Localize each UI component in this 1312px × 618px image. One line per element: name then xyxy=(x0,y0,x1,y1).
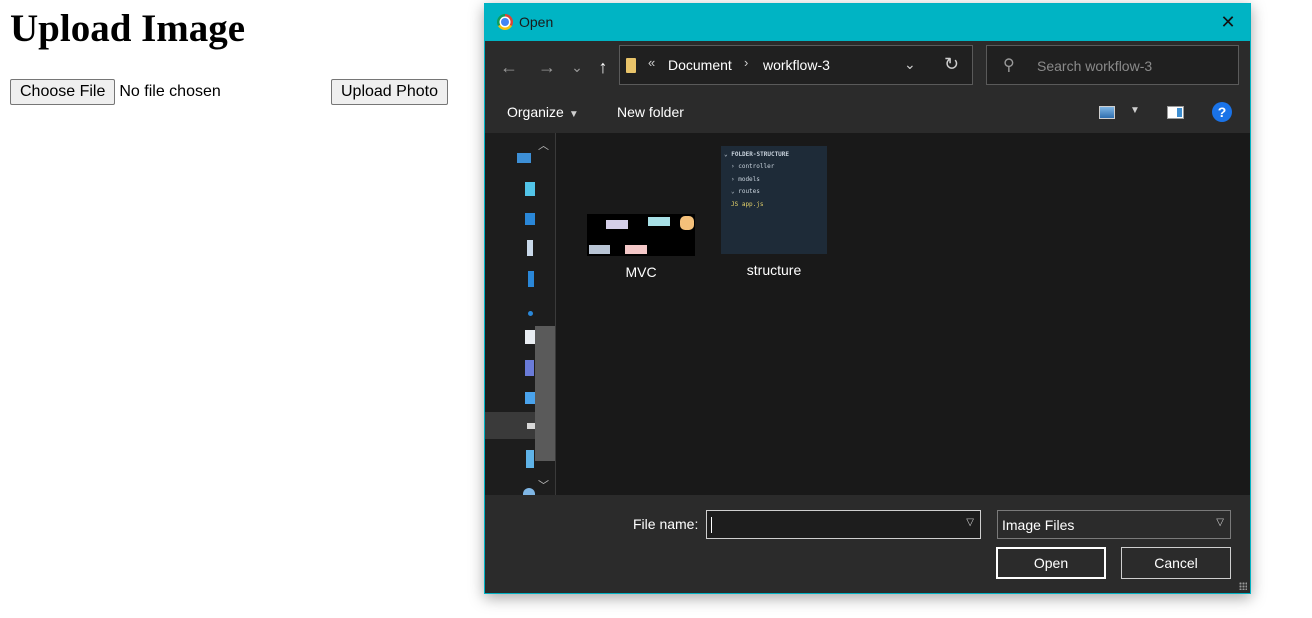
file-item-mvc[interactable]: MVC xyxy=(587,133,695,280)
breadcrumb-workflow-3[interactable]: workflow-3 xyxy=(763,57,830,73)
help-icon[interactable]: ? xyxy=(1212,102,1232,122)
mvc-thumb-box xyxy=(625,245,647,254)
desktop-icon[interactable] xyxy=(525,213,535,225)
overflow-crumb-icon[interactable]: « xyxy=(648,55,655,70)
forward-arrow-icon[interactable]: → xyxy=(535,55,559,79)
local-disk-icon[interactable] xyxy=(525,392,535,404)
organize-label: Organize xyxy=(507,104,564,120)
scroll-down-icon[interactable]: ﹀ xyxy=(538,477,549,493)
documents-icon[interactable] xyxy=(527,240,533,256)
thumb-line: › models xyxy=(731,176,760,183)
chevron-down-icon[interactable]: ▽ xyxy=(966,517,974,528)
caret-down-icon: ▼ xyxy=(568,109,579,120)
file-type-value: Image Files xyxy=(1002,517,1075,533)
file-type-select[interactable]: Image Files ▽ xyxy=(997,510,1231,539)
upload-photo-button[interactable]: Upload Photo xyxy=(331,79,448,105)
up-arrow-icon[interactable]: ↑ xyxy=(591,55,615,79)
mvc-thumb-db xyxy=(680,216,694,230)
navigation-bar: ← → ⌄ ↑ « Document › workflow-3 ⌄ ↻ ⚲ Se… xyxy=(485,41,1250,93)
videos-icon[interactable] xyxy=(525,360,534,376)
this-pc-icon[interactable] xyxy=(517,153,531,163)
mvc-thumb-box xyxy=(589,245,610,254)
new-folder-button[interactable]: New folder xyxy=(617,104,684,120)
recent-locations-icon[interactable]: ⌄ xyxy=(565,55,589,79)
change-view-icon[interactable] xyxy=(1099,106,1115,119)
structure-thumbnail: ⌄ FOLDER-STRUCTURE › controller › models… xyxy=(721,146,827,254)
breadcrumb-separator-icon[interactable]: › xyxy=(744,55,748,70)
thumb-line: ⌄ routes xyxy=(731,188,760,195)
no-file-status: No file chosen xyxy=(119,83,221,100)
search-icon: ⚲ xyxy=(1003,57,1015,74)
cancel-button[interactable]: Cancel xyxy=(1121,547,1231,579)
scroll-up-icon[interactable]: ︿ xyxy=(538,137,549,153)
file-input[interactable]: Choose File No file chosen xyxy=(10,79,221,105)
music-icon[interactable] xyxy=(528,311,533,316)
navigation-pane[interactable]: ︿ ﹀ xyxy=(485,133,556,495)
chevron-down-icon: ▽ xyxy=(1216,517,1224,528)
search-input[interactable]: ⚲ Search workflow-3 xyxy=(986,45,1239,85)
chrome-icon xyxy=(497,14,513,30)
dialog-titlebar[interactable]: Open ✕ xyxy=(485,4,1250,41)
dialog-footer: File name: ▽ Image Files ▽ Open Cancel xyxy=(485,495,1250,593)
file-name-label: File name: xyxy=(633,516,699,532)
mvc-thumb-box xyxy=(606,220,628,229)
text-cursor xyxy=(711,517,712,533)
search-placeholder: Search workflow-3 xyxy=(1037,58,1153,74)
pictures-icon[interactable] xyxy=(525,330,535,344)
downloads-icon[interactable] xyxy=(528,271,534,287)
breadcrumb-document[interactable]: Document xyxy=(668,57,732,73)
organize-menu[interactable]: Organize ▼ xyxy=(507,104,579,120)
network-drive-icon[interactable] xyxy=(526,450,534,468)
choose-file-button[interactable]: Choose File xyxy=(10,79,116,105)
nav-scrollbar-thumb[interactable] xyxy=(535,326,555,461)
back-arrow-icon[interactable]: ← xyxy=(497,55,521,79)
page-title: Upload Image xyxy=(10,7,246,50)
refresh-icon[interactable]: ↻ xyxy=(944,54,959,75)
mvc-thumb-box xyxy=(648,217,670,226)
command-bar: Organize ▼ New folder ▼ ? xyxy=(485,93,1250,133)
3d-objects-icon[interactable] xyxy=(525,182,535,196)
open-button[interactable]: Open xyxy=(996,547,1106,579)
close-icon[interactable]: ✕ xyxy=(1214,8,1242,36)
dialog-title: Open xyxy=(519,14,554,30)
file-name-field[interactable]: ▽ xyxy=(706,510,981,539)
file-name-mvc: MVC xyxy=(625,264,657,280)
file-name-structure: structure xyxy=(746,262,802,278)
resize-grip-icon[interactable] xyxy=(1239,582,1247,590)
network-icon[interactable] xyxy=(523,488,535,495)
mvc-thumbnail xyxy=(587,214,695,256)
chevron-down-icon[interactable]: ⌄ xyxy=(904,56,916,73)
drive-icon[interactable] xyxy=(527,423,535,429)
thumb-line: › controller xyxy=(731,163,775,170)
address-bar[interactable]: « Document › workflow-3 ⌄ ↻ xyxy=(619,45,973,85)
folder-icon xyxy=(626,58,636,73)
thumb-line: JS app.js xyxy=(731,201,764,208)
file-item-structure[interactable]: ⌄ FOLDER-STRUCTURE › controller › models… xyxy=(721,133,827,278)
open-file-dialog: Open ✕ ← → ⌄ ↑ « Document › workflow-3 ⌄… xyxy=(484,3,1251,594)
preview-pane-icon[interactable] xyxy=(1167,106,1184,119)
view-options-caret-icon[interactable]: ▼ xyxy=(1130,105,1140,116)
thumb-line: ⌄ FOLDER-STRUCTURE xyxy=(724,151,790,158)
file-list-view[interactable]: MVC ⌄ FOLDER-STRUCTURE › controller › mo… xyxy=(556,133,1250,495)
